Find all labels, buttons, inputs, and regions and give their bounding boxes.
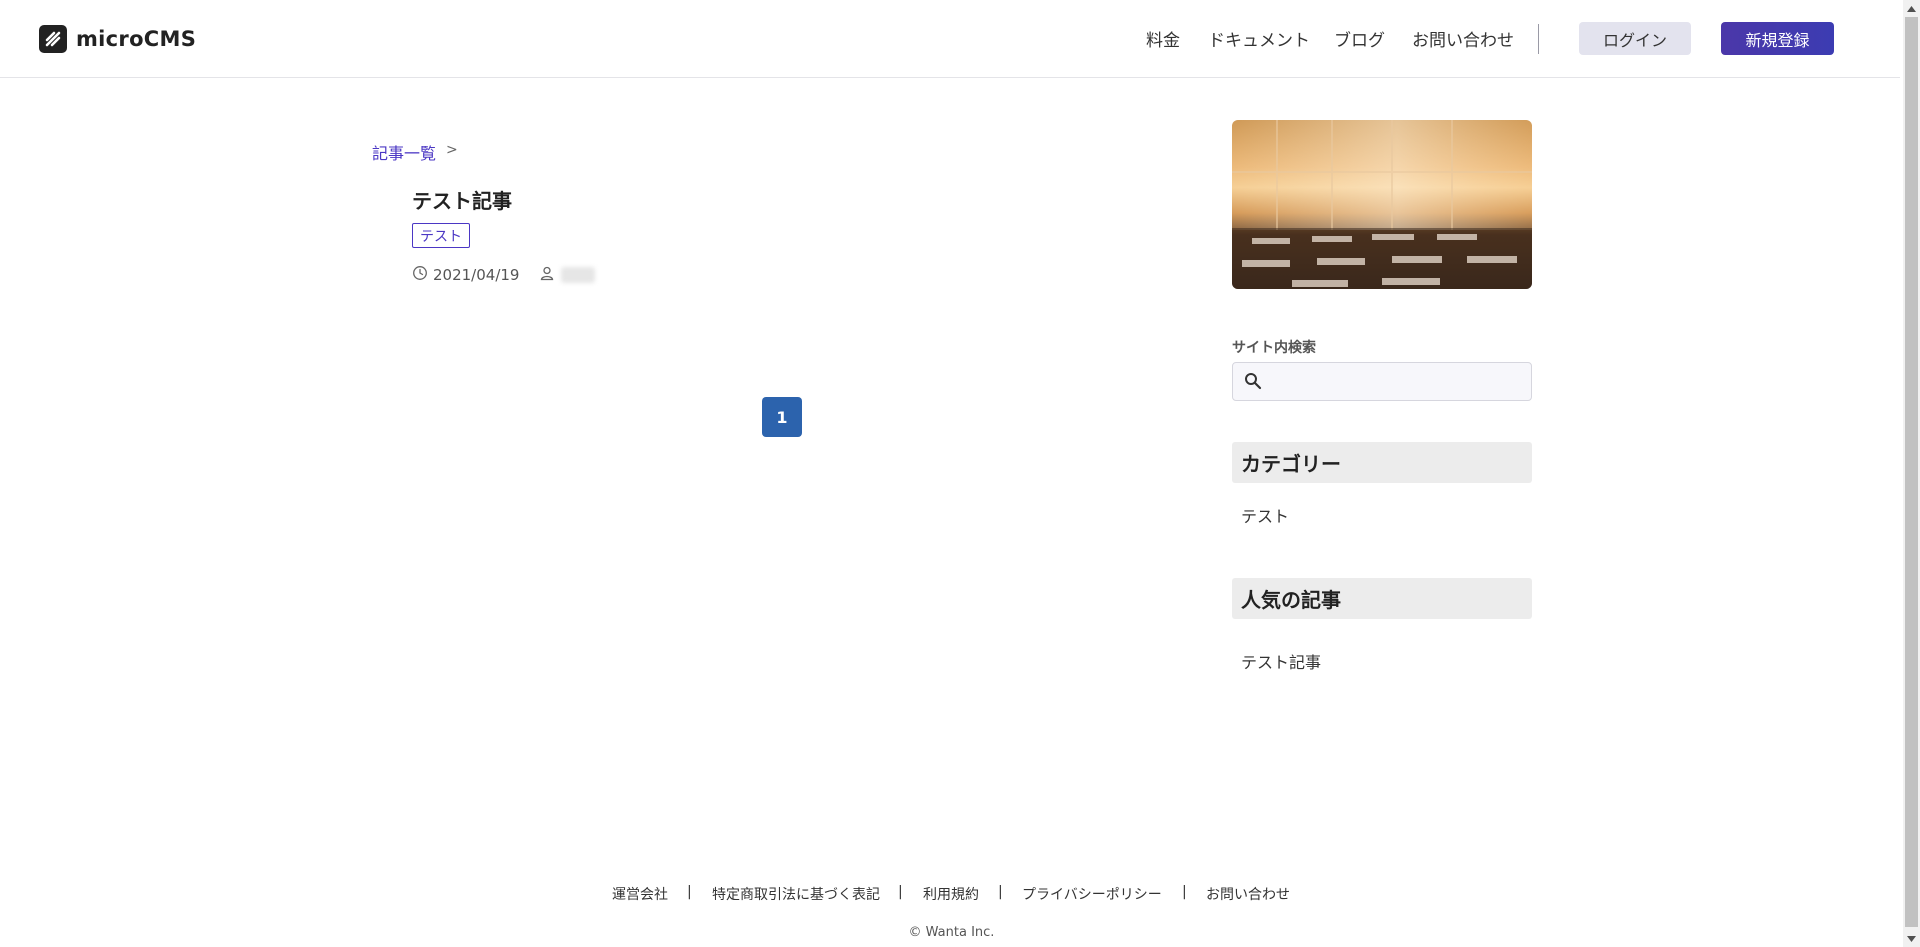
site-search-label: サイト内検索 [1232,340,1316,356]
site-header: microCMS 料金 ドキュメント ブログ お問い合わせ ログイン 新規登録 [0,0,1900,78]
clock-icon [412,265,428,285]
vertical-scrollbar[interactable] [1903,0,1920,947]
footer-separator: | [898,884,903,900]
scroll-up-arrow-icon[interactable] [1903,0,1920,17]
footer-link-commerce-law[interactable]: 特定商取引法に基づく表記 [712,884,880,904]
footer-link-privacy[interactable]: プライバシーポリシー [1022,884,1162,904]
popular-article-item[interactable]: テスト記事 [1241,649,1321,673]
breadcrumb-article-list-link[interactable]: 記事一覧 [372,140,436,164]
signup-button[interactable]: 新規登録 [1721,22,1834,55]
nav-blog[interactable]: ブログ [1334,26,1385,51]
article-meta: 2021/04/19 [412,265,596,285]
footer-separator: | [998,884,1003,900]
search-icon [1244,372,1262,394]
breadcrumb: 記事一覧 > [372,140,458,164]
article-tag[interactable]: テスト [412,223,470,248]
microcms-logo-icon [39,25,67,53]
category-item[interactable]: テスト [1241,503,1289,527]
nav-divider [1538,24,1539,54]
sidebar-banner-image[interactable] [1232,120,1532,289]
login-button[interactable]: ログイン [1579,22,1691,55]
footer-link-contact[interactable]: お問い合わせ [1206,884,1290,904]
footer-separator: | [1182,884,1187,900]
breadcrumb-separator: > [446,142,458,158]
user-icon [539,265,555,285]
nav-pricing[interactable]: 料金 [1146,26,1180,51]
categories-heading: カテゴリー [1232,442,1532,483]
author-name-redacted [561,267,596,283]
pagination-page-1[interactable]: 1 [762,397,802,437]
logo-text: microCMS [76,27,197,51]
nav-contact[interactable]: お問い合わせ [1412,26,1514,51]
footer-link-terms[interactable]: 利用規約 [923,884,979,904]
popular-articles-heading: 人気の記事 [1232,578,1532,619]
nav-docs[interactable]: ドキュメント [1208,26,1310,51]
footer-separator: | [687,884,692,900]
copyright: © Wanta Inc. [908,925,995,940]
site-search-box[interactable] [1232,362,1532,401]
article-title[interactable]: テスト記事 [412,185,512,214]
footer-link-company[interactable]: 運営会社 [612,884,668,904]
site-search-input[interactable] [1273,367,1527,397]
scroll-down-arrow-icon[interactable] [1903,930,1920,947]
scrollbar-thumb[interactable] [1905,17,1918,927]
article-date: 2021/04/19 [433,266,520,284]
site-logo[interactable]: microCMS [39,25,196,53]
